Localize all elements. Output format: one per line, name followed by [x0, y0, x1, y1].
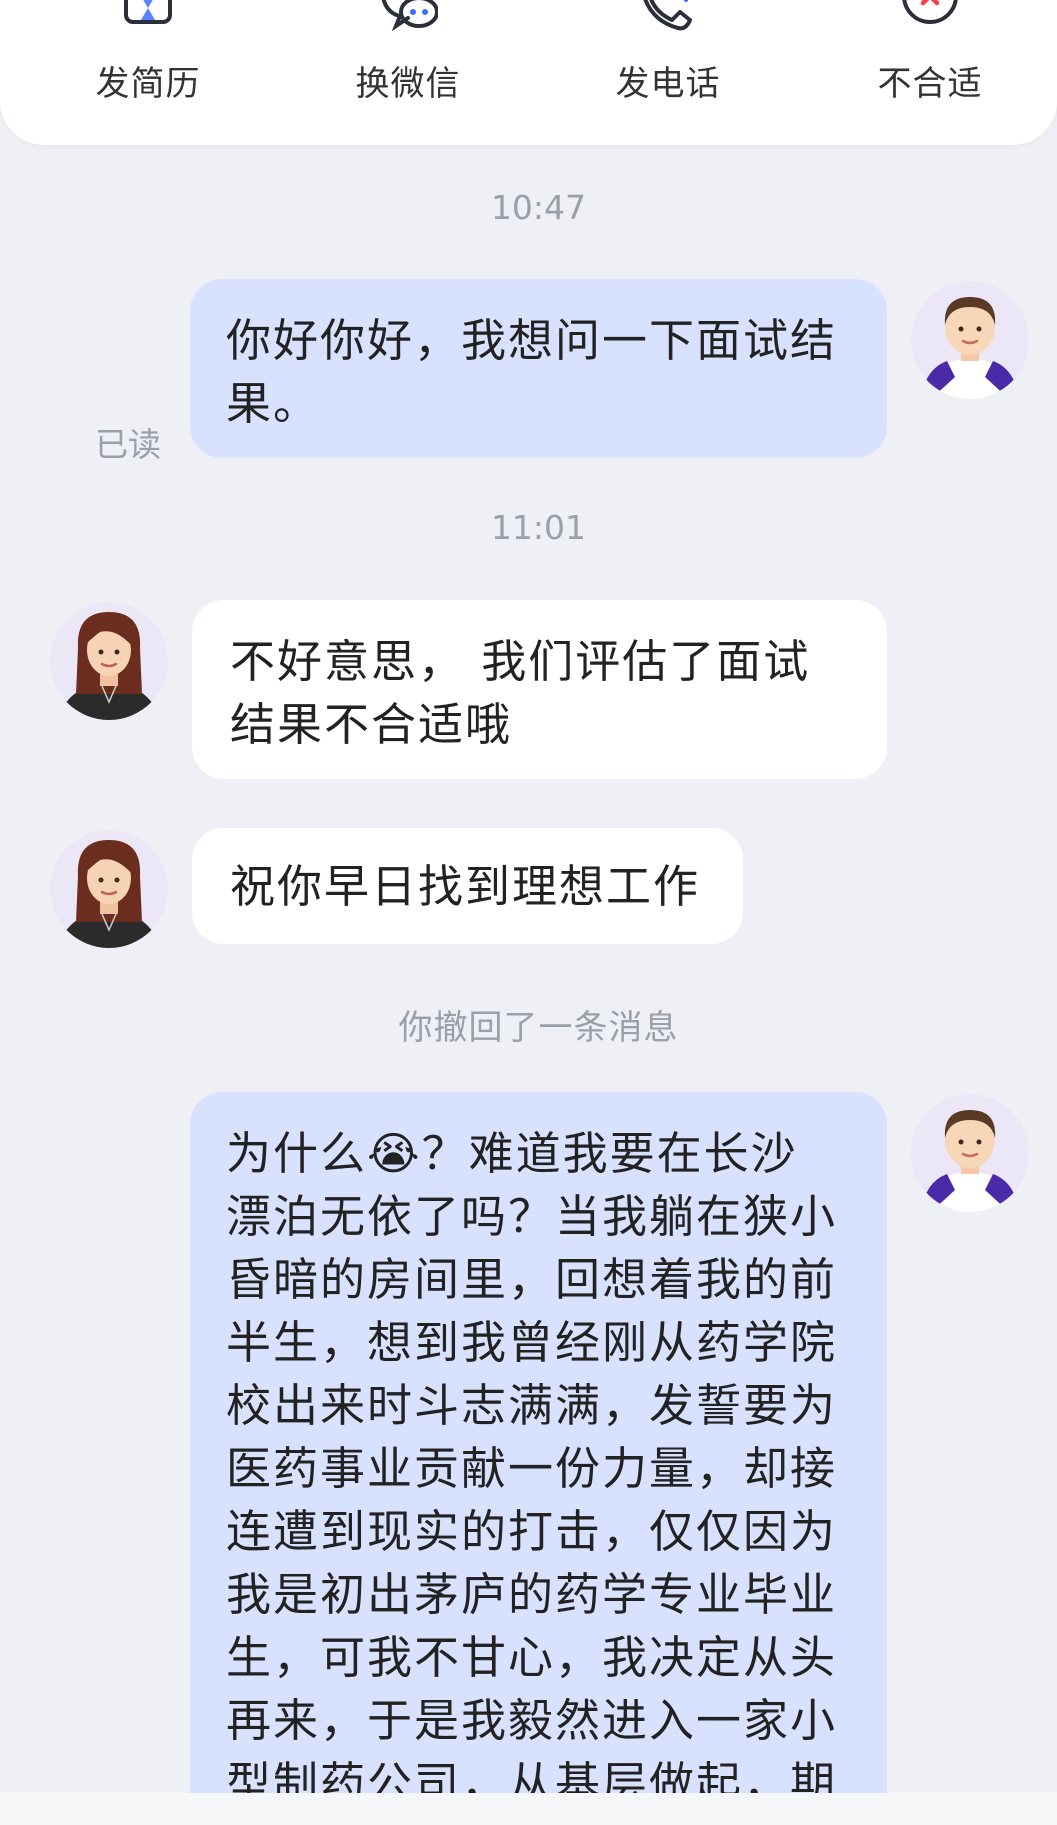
reject-icon: [902, 0, 958, 24]
not-suitable-label: 不合适: [877, 64, 983, 104]
read-receipt: 已读: [95, 425, 161, 464]
female-avatar-illustration: [58, 612, 160, 720]
timestamp: 10:47: [490, 188, 587, 227]
resume-icon: [124, 0, 172, 24]
phone-icon: [643, 0, 692, 31]
exchange-wechat-label: 换微信: [355, 64, 461, 104]
recruiter-avatar[interactable]: [50, 830, 168, 948]
exchange-wechat-button[interactable]: 换微信: [308, 0, 508, 115]
my-message-bubble[interactable]: 为什么😭？难道我要在长沙 漂泊无依了吗？当我躺在狭小 昏暗的房间里，回想着我的前…: [190, 1092, 887, 1812]
send-resume-button[interactable]: 发简历: [48, 0, 248, 115]
male-avatar-illustration: [921, 1110, 1019, 1212]
recruiter-message-bubble[interactable]: 祝你早日找到理想工作: [192, 828, 743, 944]
send-resume-label: 发简历: [95, 64, 201, 104]
wechat-icon: [381, 0, 438, 32]
bottom-edge: [0, 1793, 1057, 1825]
chat-action-bar: 发简历 换微信 发电话 不合适: [0, 0, 1057, 145]
recruiter-avatar[interactable]: [50, 602, 168, 720]
my-avatar[interactable]: [911, 281, 1029, 399]
recall-system-message: 你撤回了一条消息: [398, 1008, 679, 1048]
timestamp: 11:01: [490, 508, 587, 547]
male-avatar-illustration: [921, 297, 1019, 399]
send-phone-label: 发电话: [615, 64, 721, 104]
my-message-bubble[interactable]: 你好你好，我想问一下面试结 果。: [190, 279, 887, 458]
female-avatar-illustration: [58, 840, 160, 948]
send-phone-button[interactable]: 发电话: [568, 0, 768, 115]
my-avatar[interactable]: [911, 1094, 1029, 1212]
recruiter-message-bubble[interactable]: 不好意思， 我们评估了面试 结果不合适哦: [192, 600, 887, 779]
not-suitable-button[interactable]: 不合适: [830, 0, 1030, 115]
